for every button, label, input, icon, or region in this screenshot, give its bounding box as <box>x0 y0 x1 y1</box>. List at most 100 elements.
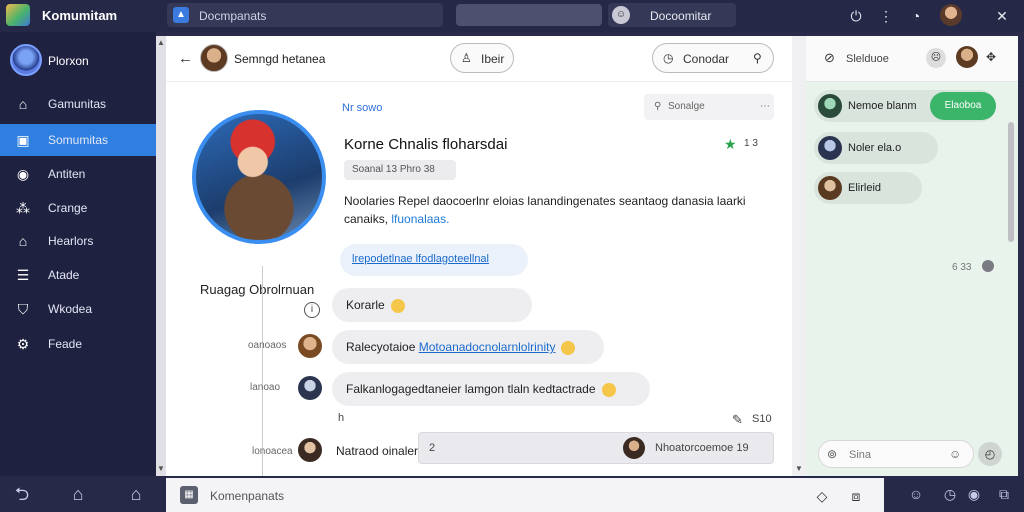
link-bubble[interactable]: lrepodetlnae lfodlagoteellnal <box>340 244 528 276</box>
left-scrollbar[interactable]: ▲ ▼ <box>156 36 166 476</box>
section-label: Nr sowo <box>342 102 383 114</box>
message-bubble[interactable]: Korarle <box>332 288 532 322</box>
clock-icon[interactable]: ◷ <box>938 484 962 504</box>
misc-label: h <box>338 412 345 424</box>
chat-list-item-name: Elirleid <box>848 182 882 194</box>
status-badge[interactable]: Elaoboa <box>930 92 996 120</box>
star-count: 1 3 <box>744 138 758 149</box>
send-button[interactable]: ◴ <box>978 442 1002 466</box>
status-dot-icon <box>982 260 994 272</box>
attach-icon[interactable]: ⊚ <box>827 447 837 461</box>
avatar[interactable] <box>298 438 322 462</box>
post-title: Korne Chnalis floharsdai <box>344 136 508 153</box>
sidebar-item-hearlors[interactable]: ⌂ Hearlors <box>0 225 156 257</box>
search-label: Sonalge <box>668 101 705 112</box>
contact-button[interactable]: ◷ Conodar ⚲ <box>652 43 774 73</box>
network-icon: ⁂ <box>16 200 30 216</box>
back-icon[interactable]: ⮌ <box>10 484 34 504</box>
top-bar: Komumitam ▲ Docmpanats ☺ Docoomitar ⏻ ⋮ … <box>0 0 1024 32</box>
link-bubble-text[interactable]: lrepodetlnae lfodlagoteellnal <box>352 253 489 265</box>
back-arrow-icon[interactable]: ← <box>178 50 193 67</box>
avatar[interactable] <box>298 376 322 400</box>
chat-scrollbar[interactable]: ▼ <box>792 36 806 476</box>
right-scrollbar[interactable] <box>1008 122 1014 242</box>
tag-icon[interactable]: ◇ <box>812 486 832 506</box>
user-icon: ☺ <box>612 6 630 24</box>
top-search-input[interactable] <box>456 4 602 26</box>
star-icon[interactable]: ★ <box>724 136 737 153</box>
emoji-icon <box>390 298 405 313</box>
search-input[interactable]: ⚲ Sonalge ⋯ <box>644 94 774 120</box>
sidebar-item-crange[interactable]: ⁂ Crange <box>0 192 156 224</box>
sidebar-item-wkodea[interactable]: ⛉ Wkodea <box>0 293 156 325</box>
home-icon: ⌂ <box>18 96 28 112</box>
attach-icon[interactable]: ⧈ <box>846 486 866 506</box>
emoji-icon[interactable]: ☺ <box>949 447 961 461</box>
reply-number: 2 <box>429 442 436 454</box>
chat-panel: ← Semngd hetanea ♙ Ibeir ◷ Conodar ⚲ Rua… <box>166 36 792 476</box>
lock-icon[interactable]: ⏻ <box>846 6 866 26</box>
sidebar-item-antiten[interactable]: ◉ Antiten <box>0 158 156 190</box>
avatar[interactable] <box>200 44 228 72</box>
chat-list-item[interactable]: Elirleid <box>814 172 922 204</box>
tab-label: Docmpanats <box>199 9 267 23</box>
profile-avatar[interactable] <box>10 44 42 76</box>
avatar[interactable] <box>623 437 645 459</box>
sidebar-item-somumitas[interactable]: ▣ Somumitas <box>0 124 156 156</box>
sidebar: Plorxon ⌂ Gamunitas ▣ Somumitas ◉ Antite… <box>0 32 156 476</box>
more-icon[interactable]: ⋮ <box>876 6 896 26</box>
sidebar-item-feade[interactable]: ⚙ Feade <box>0 328 156 360</box>
close-icon[interactable]: ✕ <box>992 6 1012 26</box>
emoji-icon[interactable]: ☺ <box>904 484 928 504</box>
info-icon[interactable]: i <box>304 302 320 318</box>
avatar[interactable] <box>298 334 322 358</box>
status-icon[interactable]: ☹ <box>926 48 946 68</box>
docs-icon: ▲ <box>173 7 189 23</box>
tag-label: Soanal 13 Phro 38 <box>352 164 435 175</box>
window-icon[interactable]: ⧉ <box>992 484 1016 504</box>
sidebar-item-label: Wkodea <box>48 302 93 316</box>
profile-name: Plorxon <box>48 54 89 68</box>
profile-picture[interactable] <box>192 110 326 244</box>
message-link[interactable]: Motoanadocnolarnlolrinity <box>419 340 556 354</box>
avatar[interactable] <box>956 46 978 68</box>
help-icon[interactable]: ◔ <box>906 6 926 26</box>
pin-icon[interactable]: ✥ <box>986 50 996 64</box>
avatar <box>818 136 842 160</box>
message-text: Falkanlogagedtaneier lamgon tlaln kedtac… <box>346 382 596 396</box>
message-bubble[interactable]: Falkanlogagedtaneier lamgon tlaln kedtac… <box>332 372 650 406</box>
image-icon[interactable]: ▦ <box>180 486 198 504</box>
sidebar-item-label: Gamunitas <box>48 97 107 111</box>
chat-list-item[interactable]: Noler ela.o <box>814 132 938 164</box>
sidebar-item-gamunitas[interactable]: ⌂ Gamunitas <box>0 88 156 120</box>
house-icon[interactable]: ⌂ <box>124 484 148 504</box>
sidebar-item-atade[interactable]: ☰ Atade <box>0 259 156 291</box>
link-icon: ⊘ <box>824 50 835 65</box>
more-icon[interactable]: ⋯ <box>760 101 770 112</box>
home-icon[interactable]: ⌂ <box>66 484 90 504</box>
message-input[interactable]: ⊚ Sina ☺ <box>818 440 974 468</box>
right-panel: ⊘ Slelduoe ☹ ✥ Nemoe blanm Elaoboa Noler… <box>806 36 1018 476</box>
image-icon: ▣ <box>16 132 30 148</box>
sidebar-item-label: Hearlors <box>48 234 94 248</box>
scroll-up-icon[interactable]: ▲ <box>156 38 166 47</box>
chat-header: ← Semngd hetanea ♙ Ibeir ◷ Conodar ⚲ <box>166 36 792 82</box>
follow-button[interactable]: ♙ Ibeir <box>450 43 514 73</box>
info-icon[interactable]: ◉ <box>962 484 986 504</box>
message-bubble[interactable]: Ralecyotaioe Motoanadocnolarnlolrinity <box>332 330 604 364</box>
scroll-down-icon[interactable]: ▼ <box>794 464 804 473</box>
user-menu[interactable]: ☺ Docoomitar <box>608 3 736 27</box>
scroll-down-icon[interactable]: ▼ <box>156 464 166 473</box>
emoji-icon <box>561 340 576 355</box>
timeline-line <box>262 266 263 476</box>
post-body-link[interactable]: lfuonalaas. <box>391 212 449 226</box>
reply-box[interactable]: 2 Nhoatorcoemoe 19 <box>418 432 774 464</box>
edit-icon[interactable]: ✎ <box>732 412 743 428</box>
tab-docs[interactable]: ▲ Docmpanats <box>167 3 443 27</box>
message-meta: lonoacea <box>252 446 293 457</box>
composer-input[interactable]: ▦ Komenpanats ◇ ⧈ <box>166 478 884 512</box>
app-title: Komumitam <box>42 8 118 23</box>
avatar[interactable] <box>940 4 962 26</box>
edit-count: S10 <box>752 413 772 425</box>
chat-title: Semngd hetanea <box>234 52 326 66</box>
